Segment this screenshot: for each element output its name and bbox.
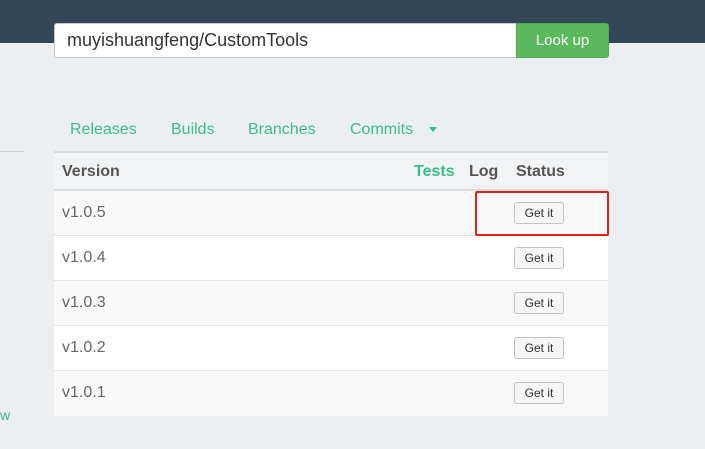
tab-commits[interactable]: Commits [350,121,413,139]
table-header: Version Tests Log Status [54,151,608,191]
version-label: v1.0.5 [62,204,106,221]
sidebar-divider [0,151,24,152]
table-row: v1.0.1 Get it [54,371,608,416]
repo-search-input[interactable] [54,23,517,58]
version-label: v1.0.4 [62,249,106,266]
commits-dropdown-caret-icon[interactable] [429,127,437,132]
header-log: Log [469,163,499,180]
sidebar-link[interactable]: w [0,407,10,423]
get-it-button[interactable]: Get it [514,337,564,359]
table-row: v1.0.3 Get it [54,281,608,326]
header-status: Status [516,163,565,180]
version-label: v1.0.1 [62,384,106,401]
repo-search: Look up [54,23,609,58]
version-label: v1.0.2 [62,339,106,356]
get-it-button[interactable]: Get it [514,292,564,314]
tab-branches[interactable]: Branches [248,121,316,139]
get-it-button[interactable]: Get it [514,247,564,269]
get-it-button[interactable]: Get it [514,382,564,404]
table-row: v1.0.2 Get it [54,326,608,371]
look-up-button[interactable]: Look up [516,23,609,58]
releases-table: Version Tests Log Status v1.0.5 Get it v… [54,151,608,416]
get-it-button[interactable]: Get it [514,202,564,224]
table-row: v1.0.4 Get it [54,236,608,281]
tab-builds[interactable]: Builds [171,121,215,139]
header-version: Version [62,163,120,180]
tab-releases[interactable]: Releases [70,121,137,139]
version-label: v1.0.3 [62,294,106,311]
table-row: v1.0.5 Get it [54,191,608,236]
header-tests[interactable]: Tests [414,163,455,181]
